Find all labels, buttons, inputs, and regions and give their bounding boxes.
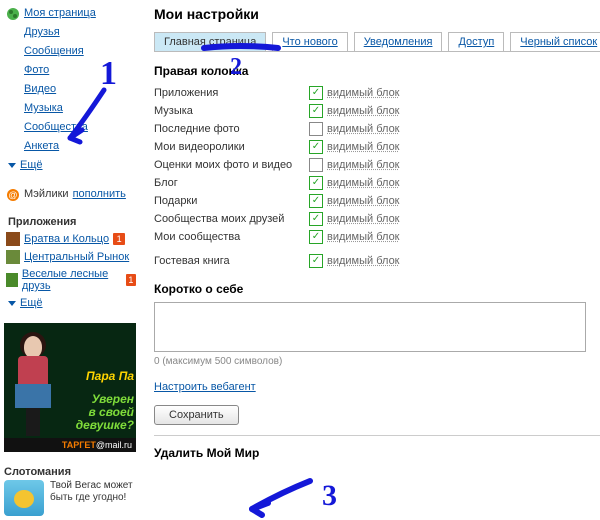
promo-logo: Пара Па xyxy=(66,369,134,383)
row-label: Подарки xyxy=(154,193,309,209)
settings-row: Музыка✓ видимый блок xyxy=(154,102,600,120)
checkbox[interactable]: ✓ xyxy=(309,176,323,190)
promo-text: Уверен в своей девушке? xyxy=(66,393,134,432)
nav-my-page[interactable]: Моя страница xyxy=(4,4,136,23)
row-label: Музыка xyxy=(154,103,309,119)
tab-notifications[interactable]: Уведомления xyxy=(354,32,443,51)
tabs: Главная страница Что нового Уведомления … xyxy=(154,32,600,52)
visibility-label[interactable]: видимый блок xyxy=(327,229,400,245)
nav-video[interactable]: Видео xyxy=(4,80,136,99)
save-button[interactable]: Сохранить xyxy=(154,405,239,425)
nav-more[interactable]: Ещё xyxy=(4,156,136,175)
row-label: Мои видеоролики xyxy=(154,139,309,155)
page-title: Мои настройки xyxy=(154,6,600,22)
mailiki-topup[interactable]: пополнить xyxy=(73,187,126,202)
checkbox[interactable]: ✓ xyxy=(309,158,323,172)
globe-icon xyxy=(6,7,20,21)
slot-title: Слотомания xyxy=(4,464,136,480)
checkbox[interactable]: ✓ xyxy=(309,86,323,100)
mailiki-label: Мэйлики xyxy=(24,187,69,202)
app-icon xyxy=(6,250,20,264)
about-textarea[interactable] xyxy=(154,302,586,352)
nav-messages[interactable]: Сообщения xyxy=(4,42,136,61)
tab-news[interactable]: Что нового xyxy=(272,32,347,51)
row-label: Последние фото xyxy=(154,121,309,137)
settings-row-guestbook: Гостевая книга ✓ видимый блок xyxy=(154,252,600,270)
settings-row: Подарки✓ видимый блок xyxy=(154,192,600,210)
app-icon xyxy=(6,273,18,287)
section-about: Коротко о себе xyxy=(154,282,600,296)
settings-row: Мои сообщества✓ видимый блок xyxy=(154,228,600,246)
nav-music[interactable]: Музыка xyxy=(4,99,136,118)
chevron-down-icon xyxy=(8,163,16,168)
settings-row: Блог✓ видимый блок xyxy=(154,174,600,192)
svg-text:@: @ xyxy=(8,190,17,200)
app-item[interactable]: Братва и Кольцо1 xyxy=(4,230,136,248)
checkbox[interactable]: ✓ xyxy=(309,194,323,208)
app-icon xyxy=(6,232,20,246)
row-label: Мои сообщества xyxy=(154,229,309,245)
sidebar: Моя страница Друзья Сообщения Фото Видео… xyxy=(0,0,140,516)
row-label: Оценки моих фото и видео xyxy=(154,157,309,173)
checkbox[interactable]: ✓ xyxy=(309,254,323,268)
avatar-icon xyxy=(8,330,60,438)
visibility-label[interactable]: видимый блок xyxy=(327,157,400,173)
about-hint: 0 (максимум 500 символов) xyxy=(154,356,600,367)
tab-blacklist[interactable]: Черный список xyxy=(510,32,600,51)
row-label: Гостевая книга xyxy=(154,253,309,269)
visibility-label[interactable]: видимый блок xyxy=(327,175,400,191)
row-label: Сообщества моих друзей xyxy=(154,211,309,227)
apps-heading: Приложения xyxy=(4,214,136,230)
settings-row: Мои видеоролики✓ видимый блок xyxy=(154,138,600,156)
settings-row: Последние фото✓ видимый блок xyxy=(154,120,600,138)
checkbox[interactable]: ✓ xyxy=(309,230,323,244)
checkbox[interactable]: ✓ xyxy=(309,212,323,226)
apps-more[interactable]: Ещё xyxy=(4,294,136,313)
slot-icon xyxy=(4,480,44,516)
row-label: Приложения xyxy=(154,85,309,101)
badge-icon: 1 xyxy=(126,274,136,286)
visibility-label[interactable]: видимый блок xyxy=(327,211,400,227)
mailiki-row: @ Мэйлики пополнить xyxy=(4,185,136,204)
slot-promo[interactable]: Слотомания Твой Вегас может быть где уго… xyxy=(4,464,136,516)
mailiki-icon: @ xyxy=(6,188,20,202)
promo-banner[interactable]: Пара Па Уверен в своей девушке? ТАРГЕТ@m… xyxy=(4,323,136,452)
section-delete: Удалить Мой Мир xyxy=(154,446,600,460)
row-label: Блог xyxy=(154,175,309,191)
chevron-down-icon xyxy=(8,301,16,306)
promo-tag: ТАРГЕТ@mail.ru xyxy=(4,438,136,452)
visibility-label[interactable]: видимый блок xyxy=(327,121,400,137)
visibility-label[interactable]: видимый блок xyxy=(327,139,400,155)
slot-text: Твой Вегас может быть где угодно! xyxy=(50,480,134,504)
nav-friends[interactable]: Друзья xyxy=(4,23,136,42)
checkbox[interactable]: ✓ xyxy=(309,140,323,154)
main-content: Мои настройки Главная страница Что новог… xyxy=(140,0,600,516)
visibility-label[interactable]: видимый блок xyxy=(327,85,400,101)
badge-icon: 1 xyxy=(113,233,125,245)
app-item[interactable]: Центральный Рынок xyxy=(4,248,136,266)
settings-row: Приложения✓ видимый блок xyxy=(154,84,600,102)
settings-row: Оценки моих фото и видео✓ видимый блок xyxy=(154,156,600,174)
nav-photo[interactable]: Фото xyxy=(4,61,136,80)
nav-communities[interactable]: Сообщества xyxy=(4,118,136,137)
checkbox[interactable]: ✓ xyxy=(309,104,323,118)
webagent-link[interactable]: Настроить вебагент xyxy=(154,381,256,393)
tab-access[interactable]: Доступ xyxy=(448,32,504,51)
visibility-label[interactable]: видимый блок xyxy=(327,193,400,209)
checkbox[interactable]: ✓ xyxy=(309,122,323,136)
settings-row: Сообщества моих друзей✓ видимый блок xyxy=(154,210,600,228)
visibility-label[interactable]: видимый блок xyxy=(327,103,400,119)
app-item[interactable]: Веселые лесные друзь1 xyxy=(4,266,136,294)
divider xyxy=(154,435,600,436)
tab-main[interactable]: Главная страница xyxy=(154,32,266,51)
nav-profile[interactable]: Анкета xyxy=(4,137,136,156)
visibility-label[interactable]: видимый блок xyxy=(327,253,400,269)
section-right-column: Правая колонка xyxy=(154,64,600,78)
